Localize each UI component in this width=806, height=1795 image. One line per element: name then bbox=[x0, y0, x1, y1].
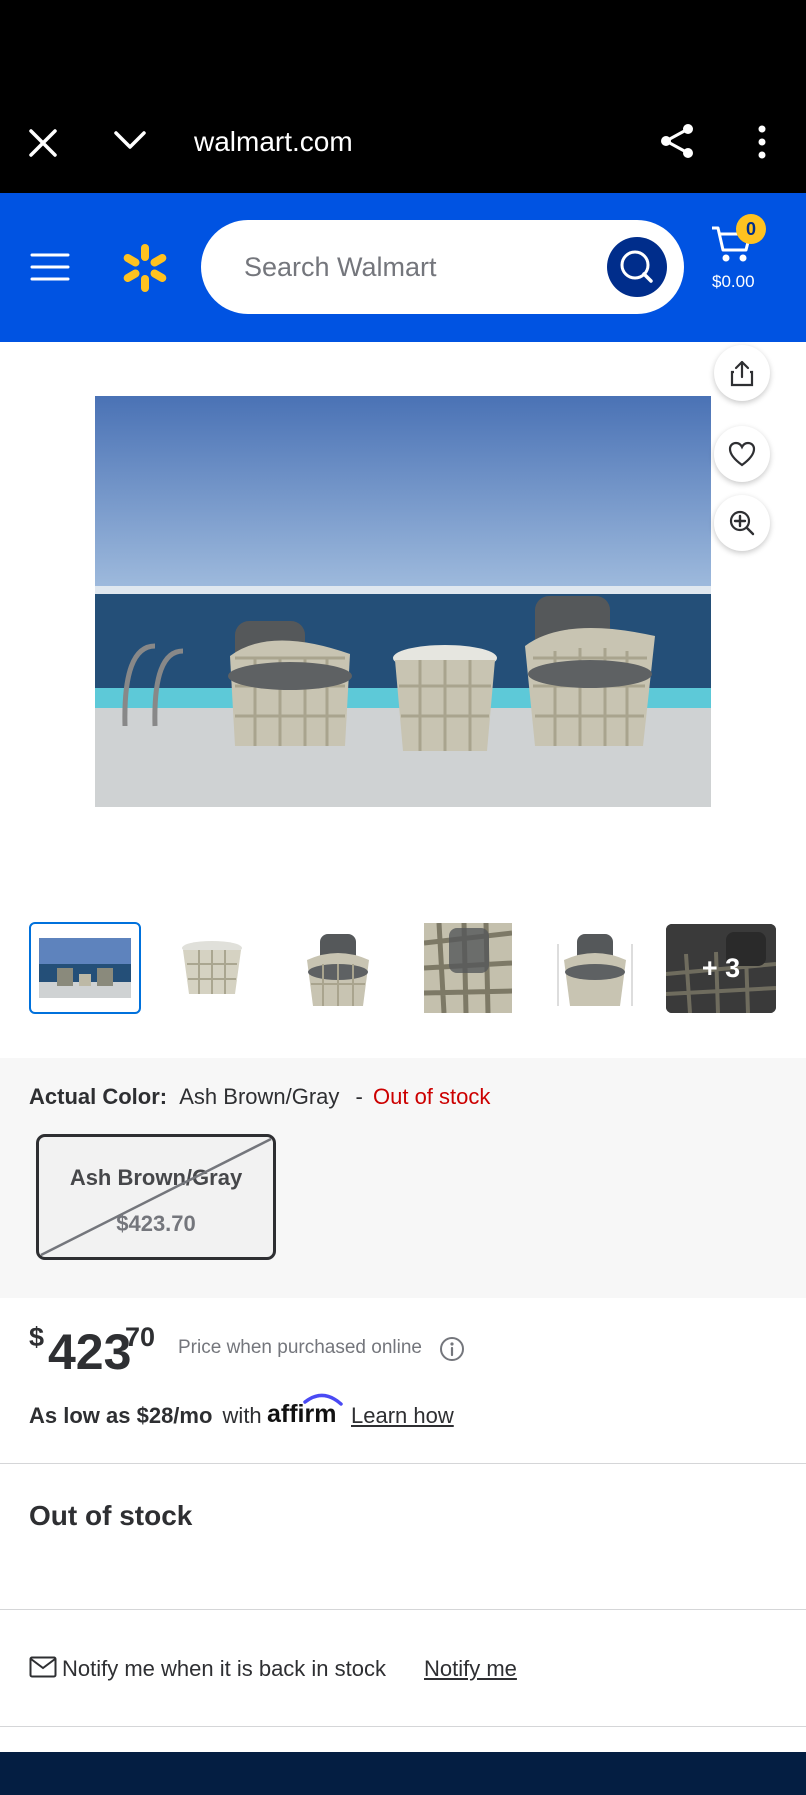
heart-icon bbox=[728, 441, 756, 467]
search-icon bbox=[620, 250, 653, 283]
availability-status: Out of stock bbox=[29, 1500, 193, 1531]
financing-amount: As low as $28/mo bbox=[29, 1403, 213, 1428]
thumbnail-image bbox=[167, 924, 257, 1012]
divider bbox=[0, 1463, 806, 1464]
price-cents: 70 bbox=[125, 1322, 156, 1352]
color-stock-status: Out of stock bbox=[373, 1084, 491, 1109]
share-upload-icon bbox=[730, 360, 754, 387]
zoom-in-icon bbox=[729, 510, 755, 536]
search-placeholder: Search Walmart bbox=[244, 252, 437, 282]
thumbnail-image bbox=[550, 924, 640, 1012]
favorite-button[interactable] bbox=[714, 426, 770, 482]
color-value: Ash Brown/Gray bbox=[179, 1084, 340, 1109]
affirm-text: affirm bbox=[267, 1400, 336, 1428]
thumbnail-3[interactable] bbox=[282, 922, 394, 1014]
zoom-button[interactable] bbox=[714, 495, 770, 551]
learn-how-link[interactable]: Learn how bbox=[351, 1400, 454, 1432]
search-button[interactable] bbox=[607, 237, 667, 297]
walmart-spark-logo[interactable] bbox=[119, 242, 171, 294]
info-icon[interactable] bbox=[439, 1336, 465, 1362]
color-option-ash-brown-gray[interactable]: Ash Brown/Gray $423.70 bbox=[36, 1134, 276, 1260]
status-bar bbox=[0, 0, 806, 88]
chevron-down-icon[interactable] bbox=[112, 127, 148, 155]
unavailable-strike bbox=[40, 1137, 272, 1257]
price-note: Price when purchased online bbox=[178, 1337, 422, 1358]
share-button[interactable] bbox=[714, 345, 770, 401]
thumbnail-image bbox=[293, 924, 383, 1012]
cart-count-badge: 0 bbox=[736, 214, 766, 244]
thumbnail-4[interactable] bbox=[412, 922, 524, 1014]
separator: - bbox=[355, 1084, 363, 1109]
color-label: Actual Color: bbox=[29, 1084, 168, 1109]
notify-text: Notify me when it is back in stock bbox=[62, 1656, 387, 1681]
notify-me-link[interactable]: Notify me bbox=[424, 1654, 517, 1684]
menu-icon[interactable] bbox=[30, 251, 70, 283]
mail-icon bbox=[29, 1656, 57, 1678]
thumbnail-2[interactable] bbox=[156, 922, 268, 1014]
financing-with: with bbox=[222, 1403, 262, 1428]
more-images-count: + 3 bbox=[701, 953, 741, 983]
divider bbox=[0, 1726, 806, 1727]
share-icon[interactable] bbox=[657, 121, 697, 161]
divider bbox=[0, 1609, 806, 1610]
more-images-thumbnail[interactable]: + 3 bbox=[666, 924, 776, 1013]
cart-total: $0.00 bbox=[712, 272, 755, 291]
price-dollars: 423 bbox=[48, 1324, 132, 1380]
thumbnail-1[interactable] bbox=[29, 922, 141, 1014]
thumbnail-5[interactable] bbox=[539, 922, 651, 1014]
color-selection-row: Actual Color: Ash Brown/Gray - Out of st… bbox=[29, 1083, 490, 1111]
financing-row: As low as $28/mo with bbox=[29, 1400, 262, 1432]
thumbnail-image bbox=[39, 938, 131, 998]
url-bar[interactable]: walmart.com bbox=[194, 122, 353, 162]
thumbnail-image bbox=[424, 923, 512, 1013]
more-vert-icon[interactable] bbox=[754, 124, 770, 160]
close-icon[interactable] bbox=[27, 127, 59, 159]
product-main-image[interactable] bbox=[95, 396, 711, 807]
affirm-logo: affirm bbox=[267, 1393, 343, 1428]
bottom-bar bbox=[0, 1752, 806, 1795]
price-currency: $ bbox=[29, 1322, 45, 1352]
